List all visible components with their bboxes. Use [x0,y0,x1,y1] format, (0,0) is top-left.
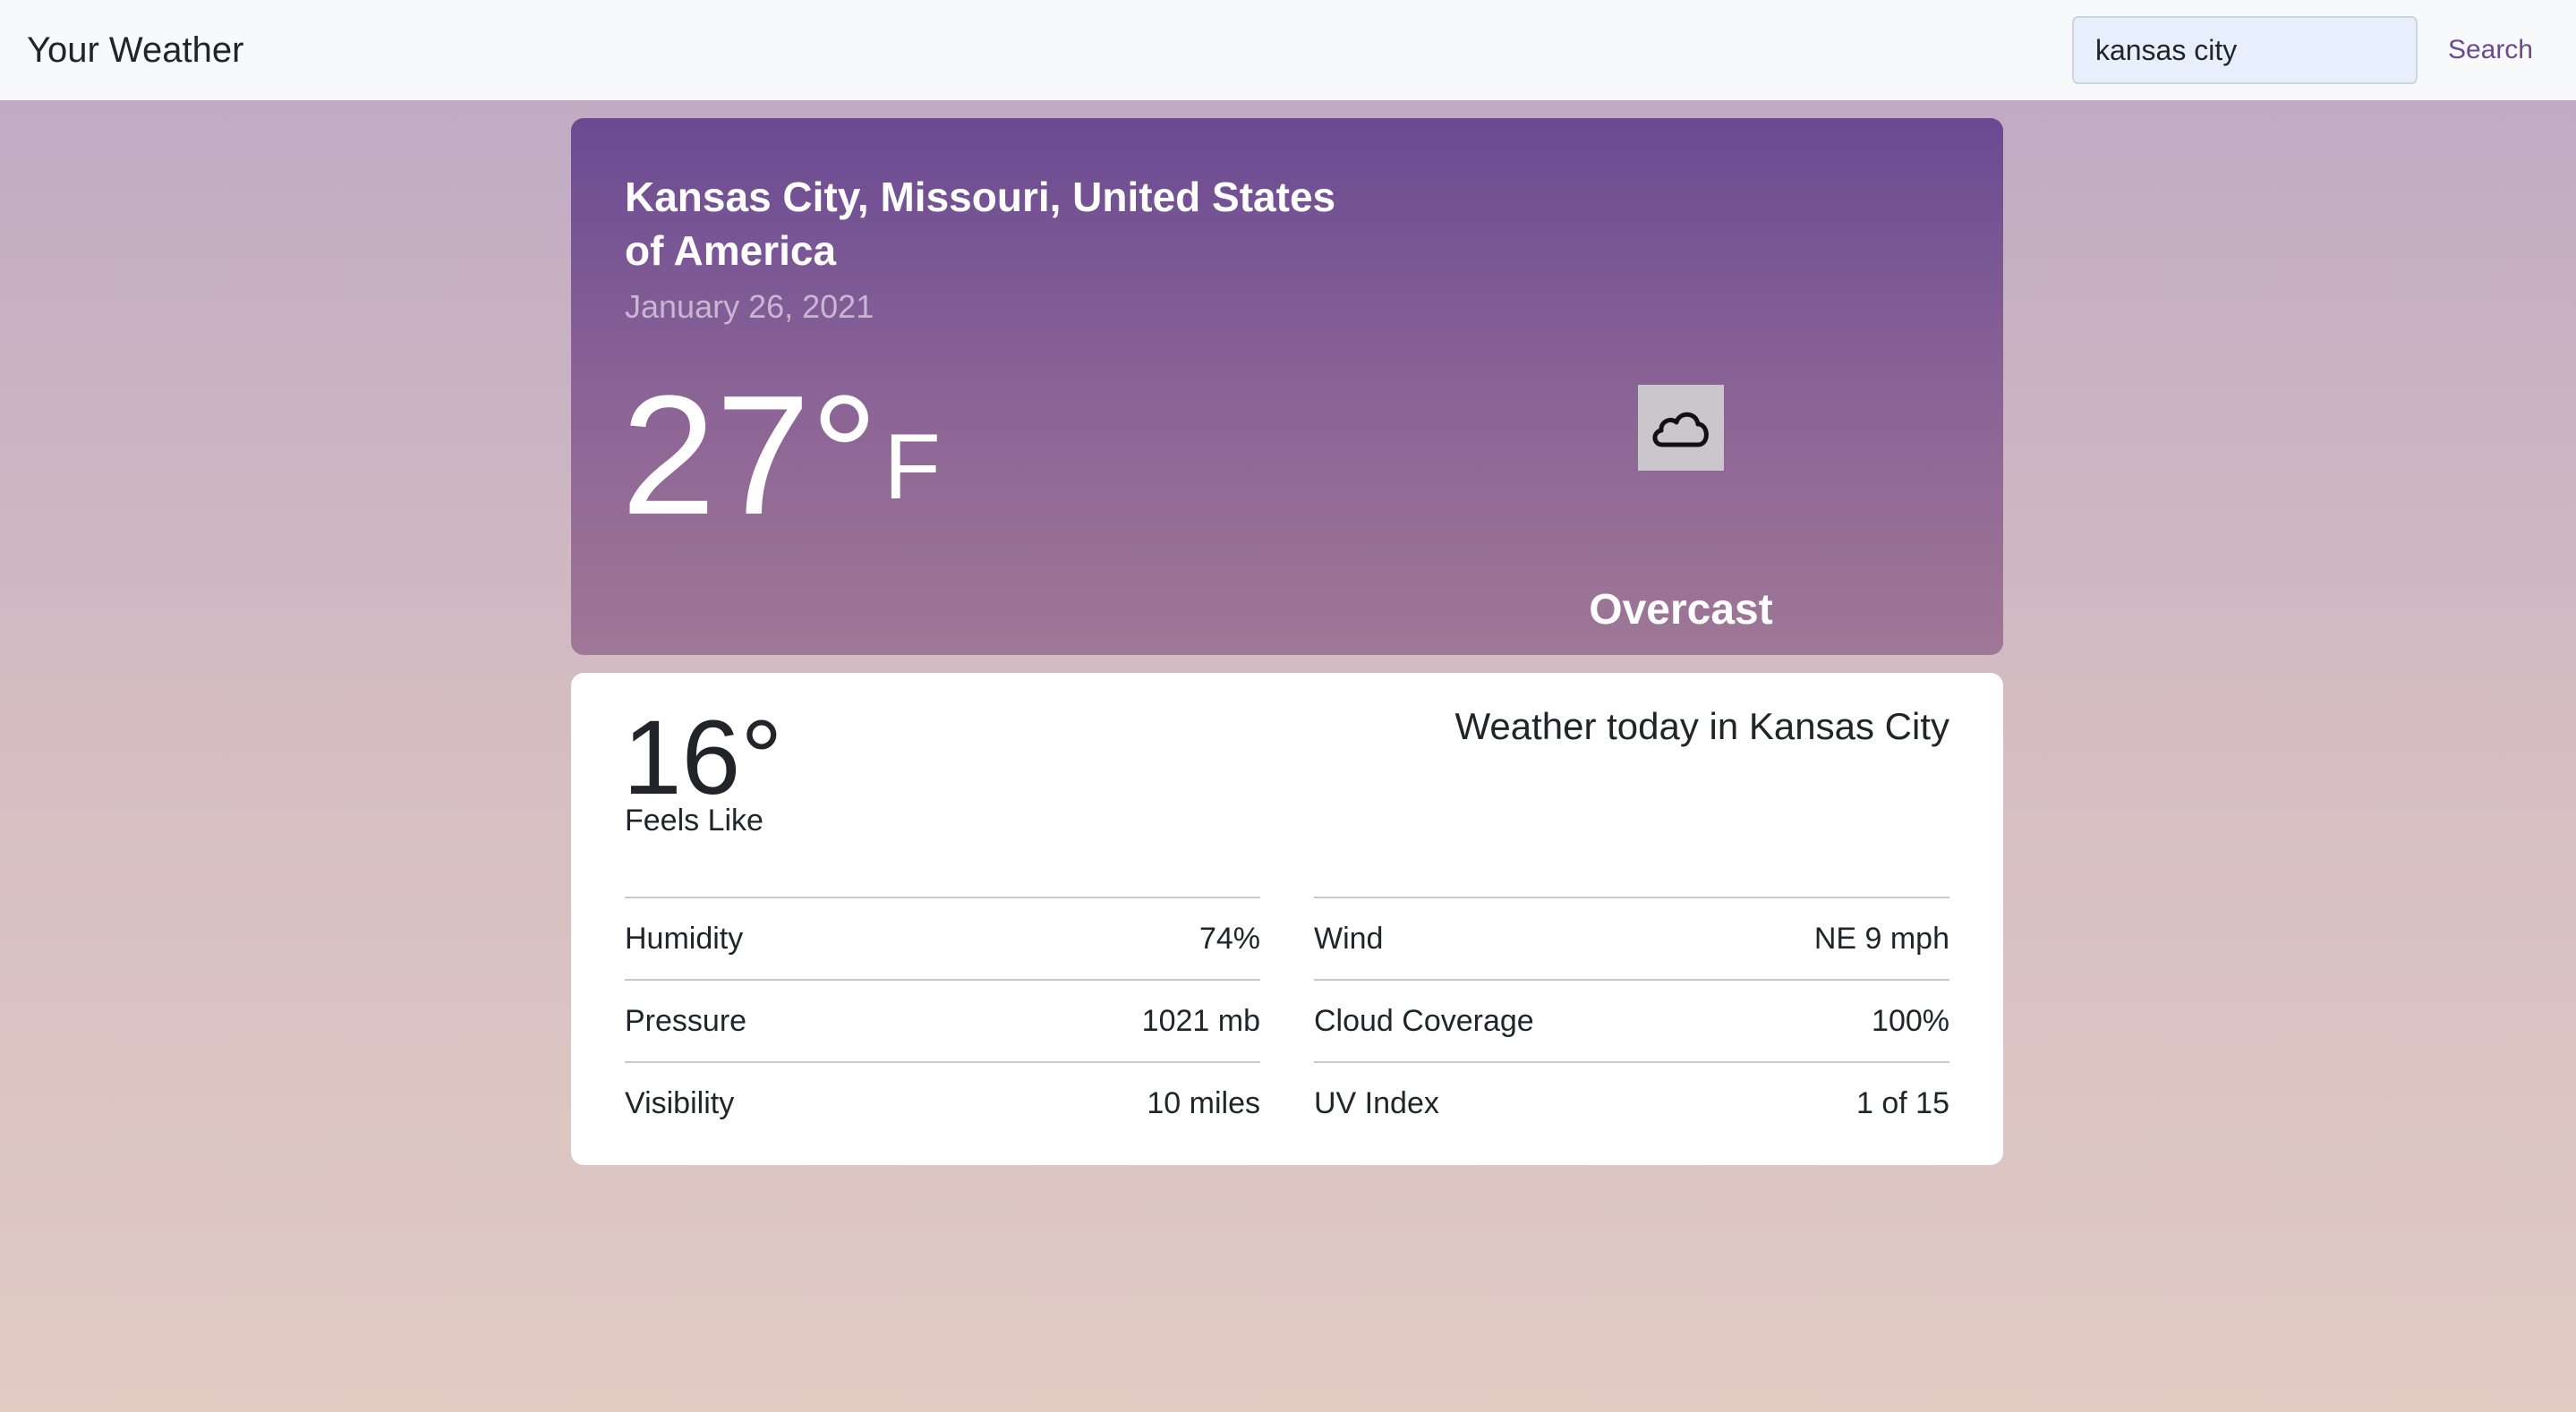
stat-label: Pressure [625,1003,747,1038]
details-heading: Weather today in Kansas City [1454,705,1949,747]
stat-value: 1021 mb [1141,1003,1260,1038]
stat-row-wind: Wind NE 9 mph [1314,897,1949,979]
stat-label: Humidity [625,921,744,956]
stat-row-visibility: Visibility 10 miles [625,1061,1260,1144]
cloud-icon [1638,385,1724,471]
stat-label: UV Index [1314,1085,1439,1120]
stat-label: Cloud Coverage [1314,1003,1534,1038]
search-input[interactable] [2071,16,2418,84]
stat-value: 1 of 15 [1856,1085,1949,1120]
stat-row-uv-index: UV Index 1 of 15 [1314,1061,1949,1144]
stat-row-humidity: Humidity 74% [625,897,1260,979]
navbar: Your Weather Search [0,0,2576,100]
search-form: Search [2071,16,2549,84]
stat-value: 74% [1198,921,1260,956]
feels-like-label: Feels Like [625,804,763,838]
current-temperature: 27° F [621,370,941,540]
feels-like-value: 16° [623,699,783,817]
stats-right-column: Wind NE 9 mph Cloud Coverage 100% UV Ind… [1314,897,1949,1144]
stat-value: 10 miles [1147,1085,1260,1120]
stat-value: 100% [1872,1003,1949,1038]
condition-label: Overcast [1589,586,1773,634]
current-weather-card: Kansas City, Missouri, United States of … [571,118,2003,655]
stat-value: NE 9 mph [1813,921,1949,956]
temperature-value: 27° [621,361,879,550]
current-date: January 26, 2021 [625,288,874,325]
details-card: 16° Feels Like Weather today in Kansas C… [571,673,2003,1165]
stat-label: Visibility [625,1085,735,1120]
stat-row-pressure: Pressure 1021 mb [625,979,1260,1061]
stat-row-cloud-coverage: Cloud Coverage 100% [1314,979,1949,1061]
stat-label: Wind [1314,921,1384,956]
brand-title[interactable]: Your Weather [27,30,243,71]
search-button[interactable]: Search [2448,35,2533,65]
location-title: Kansas City, Missouri, United States of … [625,174,1336,274]
stats-left-column: Humidity 74% Pressure 1021 mb Visibility… [625,897,1260,1144]
temperature-unit: F [883,415,941,519]
